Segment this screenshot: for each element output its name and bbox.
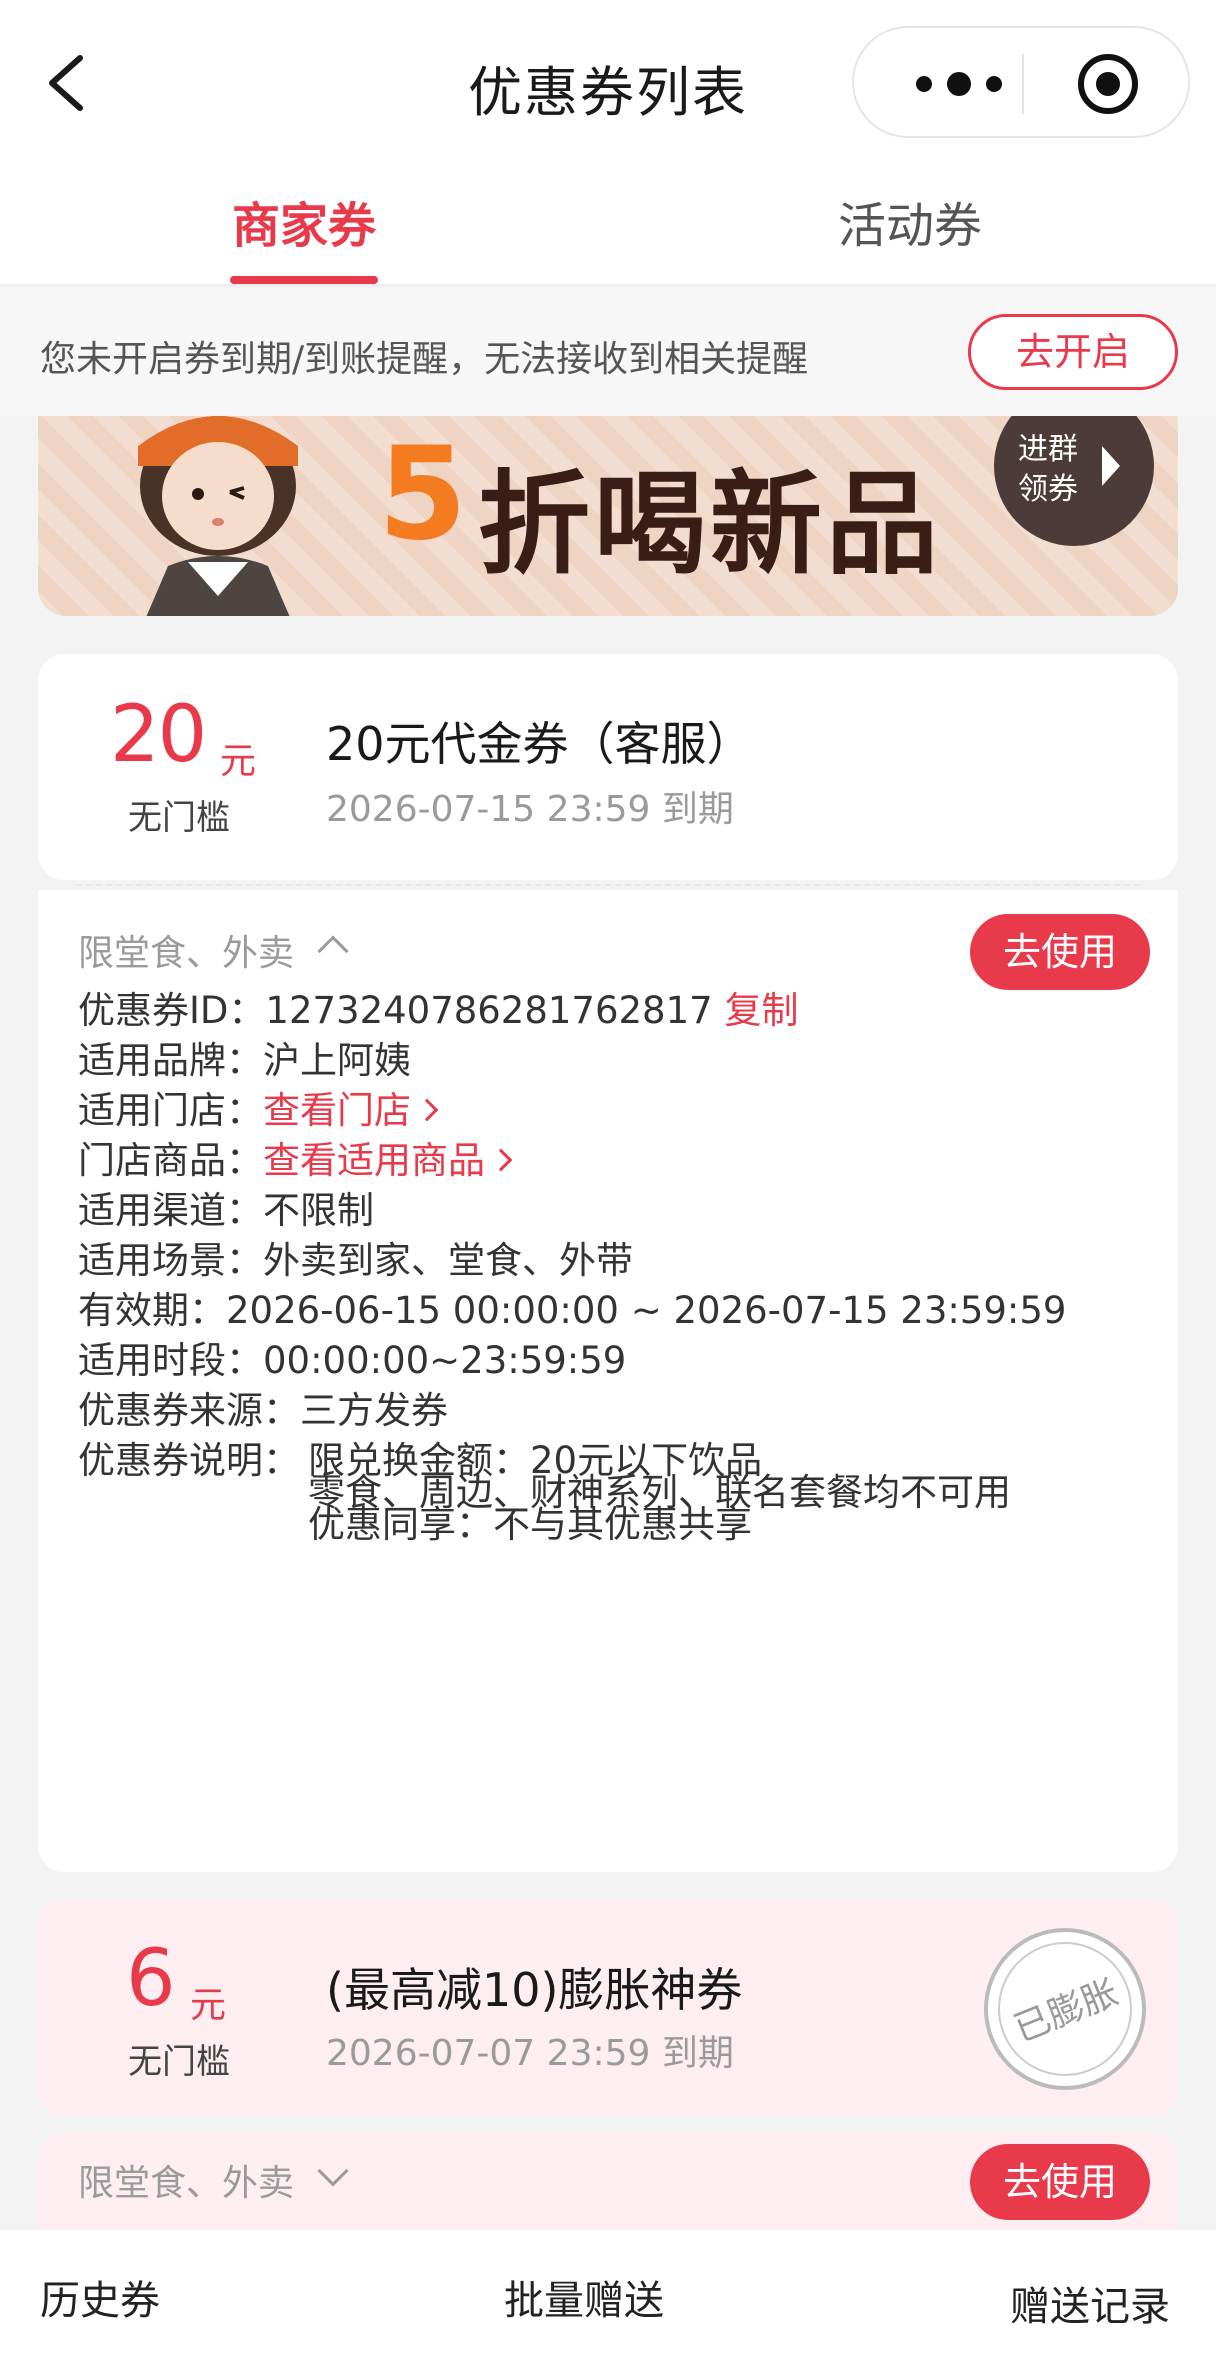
coupon-divider xyxy=(76,884,1140,886)
coupon-threshold: 无门槛 xyxy=(128,2042,230,2082)
channel-value: 不限制 xyxy=(263,1189,374,1232)
view-stores-link[interactable]: 查看门店 xyxy=(263,1089,439,1132)
source-row: 优惠券来源：三方发券 xyxy=(78,1380,448,1434)
join-group-badge[interactable]: 进群 领券 xyxy=(994,416,1154,546)
coupon-id-row: 优惠券ID：1273240786281762817 复制 xyxy=(78,980,798,1034)
view-stores-text: 查看门店 xyxy=(263,1089,411,1132)
brand-value: 沪上阿姨 xyxy=(263,1039,411,1082)
coupon-threshold: 无门槛 xyxy=(128,798,230,838)
chevron-up-icon[interactable] xyxy=(317,935,349,967)
promo-banner[interactable]: 5 折喝新品 进群 领券 xyxy=(38,416,1178,616)
tab-bar: 商家券 活动券 xyxy=(0,160,1216,286)
tab-activity-coupons[interactable]: 活动券 xyxy=(830,186,990,256)
scene-row: 适用场景：外卖到家、堂食、外带 xyxy=(78,1230,633,1284)
tab-merchant-coupons[interactable]: 商家券 xyxy=(230,186,378,256)
channel-label: 适用渠道： xyxy=(78,1189,263,1232)
coupon-details: 限堂食、外卖 去使用 优惠券ID：1273240786281762817 复制 … xyxy=(38,890,1178,1872)
mascot-figure-image xyxy=(138,416,298,616)
coupon-amount: 20 xyxy=(110,690,207,780)
coupon-scope-text: 限堂食、外卖 xyxy=(78,933,295,974)
mini-program-capsule xyxy=(852,26,1190,138)
coupon-scope[interactable]: 限堂食、外卖 xyxy=(78,2154,294,2206)
time-value: 00:00:00~23:59:59 xyxy=(263,1339,627,1382)
inflated-stamp: 已膨胀 xyxy=(984,1928,1146,2090)
coupon-id-label: 优惠券ID： xyxy=(78,989,266,1032)
badge-line-1: 进群 xyxy=(1018,432,1078,467)
nav-header: 优惠券列表 xyxy=(0,0,1216,160)
store-row: 适用门店：查看门店 xyxy=(78,1080,439,1134)
goods-label: 门店商品： xyxy=(78,1139,263,1182)
banner-headline: 折喝新品 xyxy=(478,460,942,590)
coupon-title: 20元代金券（客服） xyxy=(326,717,753,771)
coupon-amount: 6 xyxy=(126,1934,176,2024)
chevron-down-icon[interactable] xyxy=(317,2155,349,2187)
coupon-unit: 元 xyxy=(190,1985,227,2026)
coupon-id-value: 1273240786281762817 xyxy=(265,989,713,1032)
reminder-bar: 您未开启券到期/到账提醒，无法接收到相关提醒 去开启 xyxy=(0,288,1216,416)
brand-label: 适用品牌： xyxy=(78,1039,263,1082)
source-value: 三方发券 xyxy=(300,1389,448,1432)
coupon-details: 限堂食、外卖 去使用 xyxy=(38,2132,1178,2232)
bottom-action-bar: 历史券 批量赠送 赠送记录 xyxy=(0,2230,1216,2372)
description-label: 优惠券说明： xyxy=(78,1439,300,1482)
source-label: 优惠券来源： xyxy=(78,1389,300,1432)
capsule-divider xyxy=(1022,54,1024,114)
banner-discount-number: 5 xyxy=(378,420,468,569)
chevron-right-icon xyxy=(415,1098,439,1121)
coupon-expire-date: 2026-07-15 23:59 到期 xyxy=(326,789,734,830)
enable-reminder-button[interactable]: 去开启 xyxy=(968,314,1178,390)
coupon-title: (最高减10)膨胀神券 xyxy=(326,1963,743,2017)
channel-row: 适用渠道：不限制 xyxy=(78,1180,374,1234)
coupon-expire-date: 2026-07-07 23:59 到期 xyxy=(326,2033,734,2074)
use-coupon-button[interactable]: 去使用 xyxy=(970,914,1150,990)
view-goods-link[interactable]: 查看适用商品 xyxy=(263,1139,513,1182)
coupon-scope[interactable]: 限堂食、外卖 xyxy=(78,924,294,976)
time-row: 适用时段：00:00:00~23:59:59 xyxy=(78,1330,626,1384)
gift-record-button[interactable]: 赠送记录 xyxy=(1010,2274,1170,2332)
scene-label: 适用场景： xyxy=(78,1239,263,1282)
brand-row: 适用品牌：沪上阿姨 xyxy=(78,1030,411,1084)
coupon-scope-text: 限堂食、外卖 xyxy=(78,2163,295,2204)
validity-value: 2026-06-15 00:00:00 ~ 2026-07-15 23:59:5… xyxy=(226,1289,1067,1332)
validity-row: 有效期：2026-06-15 00:00:00 ~ 2026-07-15 23:… xyxy=(78,1280,1066,1334)
chevron-right-icon xyxy=(489,1148,513,1171)
more-dots-icon[interactable] xyxy=(904,64,1014,104)
reminder-text: 您未开启券到期/到账提醒，无法接收到相关提醒 xyxy=(40,339,809,380)
batch-gift-button[interactable]: 批量赠送 xyxy=(504,2268,664,2326)
copy-id-link[interactable]: 复制 xyxy=(724,989,798,1032)
validity-label: 有效期： xyxy=(78,1289,226,1332)
scene-value: 外卖到家、堂食、外带 xyxy=(263,1239,633,1282)
tab-active-indicator xyxy=(230,276,378,284)
time-label: 适用时段： xyxy=(78,1339,263,1382)
play-arrow-icon xyxy=(1102,446,1120,486)
coupon-unit: 元 xyxy=(220,741,257,782)
history-coupons-button[interactable]: 历史券 xyxy=(40,2268,160,2326)
description-line: 优惠同享：不与其优惠共享 xyxy=(308,1503,752,1546)
goods-row: 门店商品：查看适用商品 xyxy=(78,1130,513,1184)
record-target-icon[interactable] xyxy=(1076,52,1140,116)
badge-line-2: 领券 xyxy=(1018,472,1078,507)
store-label: 适用门店： xyxy=(78,1089,263,1132)
coupon-card[interactable]: 20 元 无门槛 20元代金券（客服） 2026-07-15 23:59 到期 xyxy=(38,654,1178,880)
view-goods-text: 查看适用商品 xyxy=(263,1139,485,1182)
use-coupon-button[interactable]: 去使用 xyxy=(970,2144,1150,2220)
